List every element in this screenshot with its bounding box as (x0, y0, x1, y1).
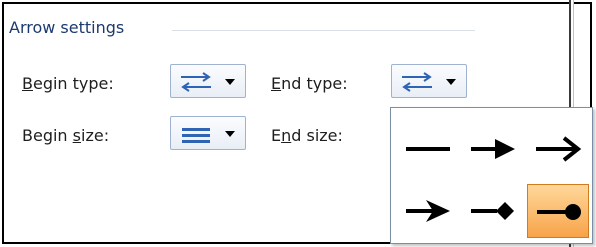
chevron-down-icon (446, 79, 456, 85)
begin-size-dropdown[interactable] (170, 116, 246, 150)
chevron-down-icon (225, 131, 235, 137)
arrow-option-oval-selected[interactable] (527, 184, 589, 238)
line-sizes-icon (182, 128, 210, 143)
arrow-oval-icon (537, 204, 581, 220)
arrow-option-triangle[interactable] (462, 122, 524, 176)
begin-type-label: Begin type: (22, 74, 114, 93)
arrow-triangle-icon (471, 139, 515, 159)
end-type-dropdown[interactable] (391, 64, 467, 98)
arrow-open-icon (536, 136, 582, 162)
arrow-option-stealth[interactable] (397, 184, 459, 238)
chevron-down-icon (225, 79, 235, 85)
arrow-types-icon (181, 72, 211, 92)
arrow-diamond-icon (471, 202, 514, 220)
begin-type-dropdown[interactable] (170, 64, 246, 98)
end-size-label: End size: (271, 126, 343, 145)
arrow-option-open[interactable] (527, 122, 589, 176)
arrow-option-plain-line[interactable] (397, 122, 459, 176)
section-title: Arrow settings (9, 18, 125, 37)
arrow-style-popup (390, 107, 593, 244)
arrow-stealth-icon (406, 200, 450, 222)
arrow-option-diamond[interactable] (462, 184, 524, 238)
end-type-label: End type: (271, 74, 348, 93)
section-divider (172, 30, 475, 31)
arrow-types-icon (402, 72, 432, 92)
line-plain-icon (406, 147, 450, 151)
begin-size-label: Begin size: (22, 126, 110, 145)
